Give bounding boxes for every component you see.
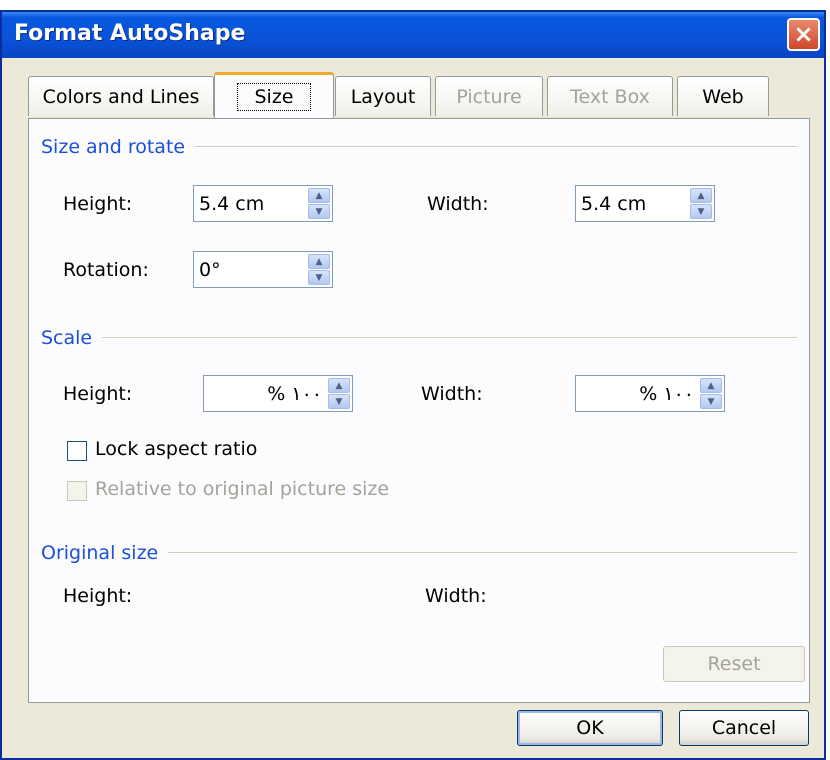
ok-button[interactable]: OK [517,710,663,746]
height-label: Height: [63,193,133,215]
scale-height-spinner[interactable]: % ١٠٠ ▲ ▼ [203,375,353,412]
spin-down-icon[interactable]: ▼ [308,204,330,219]
tab-label: Colors and Lines [42,85,200,108]
section-divider [168,552,797,554]
height-input[interactable]: 5.4 cm [199,186,306,221]
relative-size-label: Relative to original picture size [95,478,390,500]
tab-label: Text Box [570,85,650,108]
spin-down-icon[interactable]: ▼ [308,270,330,285]
ok-label: OK [576,717,604,739]
title-bar[interactable]: Format AutoShape × [2,12,824,58]
scale-width-spinner[interactable]: % ١٠٠ ▲ ▼ [575,375,725,412]
height-spinner[interactable]: 5.4 cm ▲ ▼ [193,185,333,222]
original-width-label: Width: [425,585,487,607]
tab-label: Size [237,82,311,111]
tab-web[interactable]: Web [677,76,769,116]
close-icon[interactable]: × [787,18,820,51]
cancel-label: Cancel [711,717,777,739]
spin-up-icon[interactable]: ▲ [328,378,350,393]
tab-picture: Picture [435,76,543,116]
tab-layout[interactable]: Layout [335,76,431,116]
spin-down-icon[interactable]: ▼ [700,394,722,409]
scale-height-input[interactable]: % ١٠٠ [209,376,326,411]
section-divider [102,337,797,339]
reset-label: Reset [707,653,761,675]
reset-button: Reset [663,646,805,682]
section-title: Size and rotate [41,136,186,158]
original-size-section: Original size [41,541,797,565]
spin-up-icon[interactable]: ▲ [690,188,712,203]
relative-size-checkbox [67,481,87,501]
lock-aspect-ratio-label[interactable]: Lock aspect ratio [95,438,257,460]
tab-text-box: Text Box [547,76,673,116]
dialog-title: Format AutoShape [14,21,246,46]
tab-size[interactable]: Size [214,72,334,118]
spin-up-icon[interactable]: ▲ [700,378,722,393]
size-rotate-section: Size and rotate [41,135,797,159]
scale-width-label: Width: [421,383,483,405]
spin-up-icon[interactable]: ▲ [308,188,330,203]
spin-down-icon[interactable]: ▼ [328,394,350,409]
width-input[interactable]: 5.4 cm [581,186,688,221]
rotation-spinner[interactable]: 0° ▲ ▼ [193,251,333,288]
rotation-input[interactable]: 0° [199,252,306,287]
width-spinner[interactable]: 5.4 cm ▲ ▼ [575,185,715,222]
width-label: Width: [427,193,489,215]
spin-up-icon[interactable]: ▲ [308,254,330,269]
tab-colors-and-lines[interactable]: Colors and Lines [28,76,214,116]
format-autoshape-dialog: Format AutoShape × Colors and Lines Size… [0,10,826,760]
spin-down-icon[interactable]: ▼ [690,204,712,219]
scale-height-label: Height: [63,383,133,405]
lock-aspect-ratio-checkbox[interactable] [67,441,87,461]
tab-label: Web [702,85,744,108]
section-divider [195,146,797,148]
cancel-button[interactable]: Cancel [679,710,809,746]
scale-width-input[interactable]: % ١٠٠ [581,376,698,411]
tab-label: Layout [350,85,416,108]
original-height-label: Height: [63,585,133,607]
size-tab-panel: Size and rotate Height: 5.4 cm ▲ ▼ Width:… [28,118,810,703]
section-title: Original size [41,542,159,564]
tab-label: Picture [456,85,522,108]
scale-section: Scale [41,326,797,350]
rotation-label: Rotation: [63,259,149,281]
section-title: Scale [41,327,93,349]
